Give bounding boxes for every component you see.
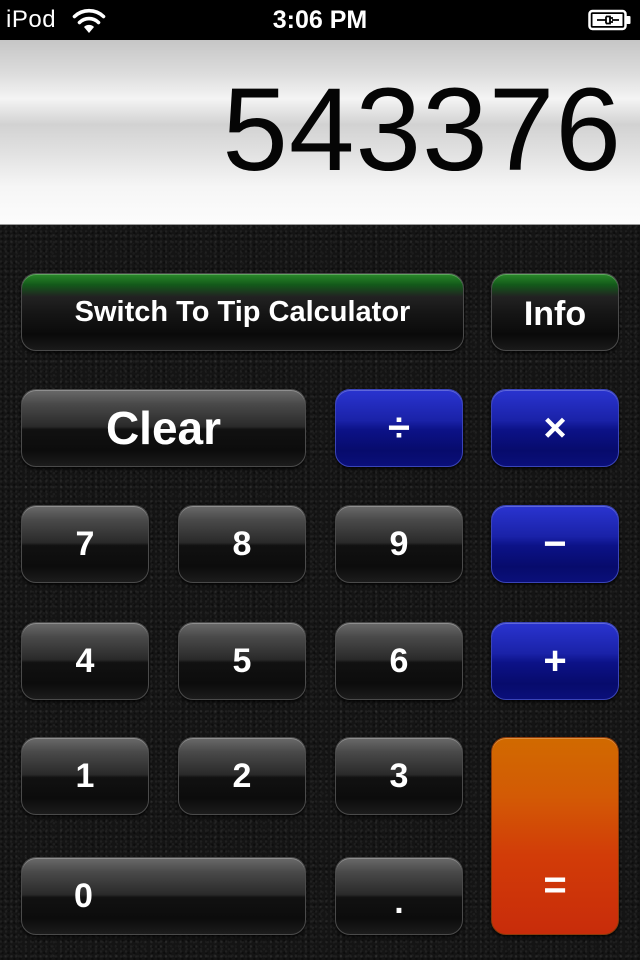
digit-2-label: 2 xyxy=(232,756,252,795)
subtract-button[interactable]: − xyxy=(491,505,619,583)
decimal-button[interactable]: . xyxy=(335,857,463,935)
digit-4-button[interactable]: 4 xyxy=(21,622,149,700)
clear-label: Clear xyxy=(105,402,222,454)
digit-0-label: 0 xyxy=(74,876,93,915)
info-label: Info xyxy=(523,294,587,333)
switch-to-tip-calculator-button[interactable]: Switch To Tip Calculator xyxy=(21,273,464,351)
subtract-label: − xyxy=(543,521,567,566)
multiply-button[interactable]: × xyxy=(491,389,619,467)
digit-6-button[interactable]: 6 xyxy=(335,622,463,700)
digit-4-label: 4 xyxy=(75,641,95,680)
digit-8-button[interactable]: 8 xyxy=(178,505,306,583)
status-bar: iPod 3:06 PM xyxy=(0,0,640,40)
clear-button[interactable]: Clear xyxy=(21,389,306,467)
digit-9-button[interactable]: 9 xyxy=(335,505,463,583)
battery-charging-icon xyxy=(588,9,631,31)
multiply-label: × xyxy=(543,405,567,450)
add-button[interactable]: + xyxy=(491,622,619,700)
digit-5-button[interactable]: 5 xyxy=(178,622,306,700)
status-time: 3:06 PM xyxy=(272,6,368,34)
switch-to-tip-calculator-label: Switch To Tip Calculator xyxy=(74,295,411,328)
digit-7-button[interactable]: 7 xyxy=(21,505,149,583)
equals-label: = xyxy=(543,863,567,907)
decimal-label: . xyxy=(394,883,404,921)
calculator-display: 543376 xyxy=(0,40,640,225)
digit-1-button[interactable]: 1 xyxy=(21,737,149,815)
display-value: 543376 xyxy=(222,64,622,196)
digit-1-label: 1 xyxy=(75,756,95,795)
digit-9-label: 9 xyxy=(389,524,409,563)
digit-0-button[interactable]: 0 xyxy=(21,857,306,935)
digit-5-label: 5 xyxy=(232,641,252,680)
digit-3-label: 3 xyxy=(389,756,409,795)
add-label: + xyxy=(543,638,567,683)
divide-label: ÷ xyxy=(388,405,410,450)
digit-7-label: 7 xyxy=(75,524,95,563)
divide-button[interactable]: ÷ xyxy=(335,389,463,467)
digit-6-label: 6 xyxy=(389,641,409,680)
digit-2-button[interactable]: 2 xyxy=(178,737,306,815)
equals-button[interactable]: = xyxy=(491,737,619,935)
digit-3-button[interactable]: 3 xyxy=(335,737,463,815)
digit-8-label: 8 xyxy=(232,524,252,563)
info-button[interactable]: Info xyxy=(491,273,619,351)
